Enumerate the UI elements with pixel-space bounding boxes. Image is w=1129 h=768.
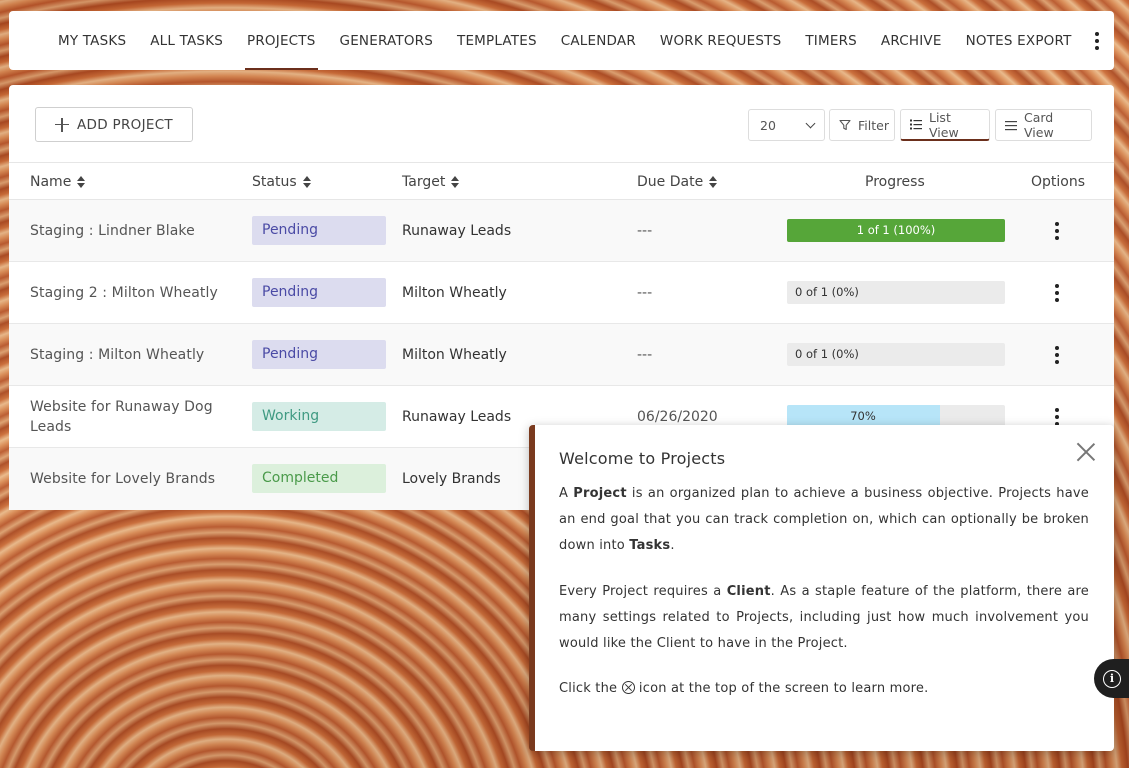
row-options-icon[interactable] [1049,218,1065,244]
column-name-header[interactable]: Name [30,163,86,201]
card-view-label: Card View [1024,110,1054,140]
progress-bar: 1 of 1 (100%) [787,219,1005,242]
row-options-icon[interactable] [1049,342,1065,368]
card-view-button[interactable]: Card View [995,109,1092,141]
more-vertical-icon[interactable] [1088,26,1106,56]
close-icon[interactable] [1076,442,1096,462]
sort-icon [709,176,718,188]
progress-text: 1 of 1 (100%) [856,223,936,237]
progress-text: 0 of 1 (0%) [795,347,859,361]
filter-label: Filter [858,117,889,133]
welcome-paragraph-3: Click the icon at the top of the screen … [559,681,929,696]
per-page-select[interactable]: 20 [748,109,825,141]
welcome-title: Welcome to Projects [559,449,726,468]
nav-my-tasks[interactable]: MY TASKS [46,11,138,70]
project-due-date: --- [637,284,653,301]
column-target-header[interactable]: Target [402,163,460,201]
column-status-label: Status [252,174,297,190]
nav-work-requests[interactable]: WORK REQUESTS [648,11,793,70]
table-row[interactable]: Staging 2 : Milton Wheatly Pending Milto… [9,262,1114,324]
sort-icon [77,176,86,188]
project-target: Milton Wheatly [402,346,507,363]
nav-calendar[interactable]: CALENDAR [549,11,648,70]
progress-text: 0 of 1 (0%) [795,285,859,299]
card-view-icon [1005,120,1017,131]
project-target: Lovely Brands [402,470,501,487]
project-name[interactable]: Website for Runaway Dog Leads [30,386,230,447]
welcome-dialog: Welcome to Projects A Project is an orga… [529,425,1114,751]
sort-icon [302,176,311,188]
circle-close-icon [621,681,635,694]
welcome-paragraph-2: Every Project requires a Client. As a st… [559,584,1089,651]
nav-all-tasks[interactable]: ALL TASKS [138,11,235,70]
info-icon: i [1103,669,1121,688]
top-nav: MY TASKS ALL TASKS PROJECTS GENERATORS T… [9,11,1114,70]
filter-icon [839,119,851,131]
project-target: Runaway Leads [402,222,512,239]
list-view-label: List View [929,109,959,140]
project-due-date: --- [637,346,653,363]
plus-icon [55,117,70,132]
row-options-icon[interactable] [1049,280,1065,306]
table-header: Name Status Target Due Date Progress Opt… [9,162,1114,200]
add-project-label: ADD PROJECT [77,116,173,133]
nav-notes-export[interactable]: NOTES EXPORT [954,11,1084,70]
project-name[interactable]: Staging : Milton Wheatly [30,324,230,385]
table-row[interactable]: Staging : Milton Wheatly Pending Milton … [9,324,1114,386]
progress-bar: 0 of 1 (0%) [787,281,1005,304]
status-badge: Pending [252,216,386,245]
list-icon [910,119,922,130]
column-progress-header: Progress [865,163,925,201]
nav-projects[interactable]: PROJECTS [235,11,328,70]
column-options-header: Options [1031,163,1085,201]
column-due-label: Due Date [637,174,704,190]
project-name[interactable]: Staging : Lindner Blake [30,200,230,261]
list-view-button[interactable]: List View [900,109,990,141]
info-button[interactable]: i [1094,659,1129,698]
project-target: Runaway Leads [402,408,512,425]
sort-icon [451,176,460,188]
status-badge: Completed [252,464,386,493]
nav-archive[interactable]: ARCHIVE [869,11,954,70]
column-options-label: Options [1031,174,1086,190]
per-page-value: 20 [760,117,776,133]
project-target: Milton Wheatly [402,284,507,301]
column-progress-label: Progress [865,174,925,190]
nav-timers[interactable]: TIMERS [793,11,869,70]
welcome-paragraph-1: A Project is an organized plan to achiev… [559,486,1089,553]
column-status-header[interactable]: Status [252,163,311,201]
project-name[interactable]: Website for Lovely Brands [30,448,230,509]
status-badge: Working [252,402,386,431]
column-target-label: Target [402,174,446,190]
column-due-header[interactable]: Due Date [637,163,718,201]
status-badge: Pending [252,278,386,307]
add-project-button[interactable]: ADD PROJECT [35,107,193,142]
project-due-date: --- [637,222,653,239]
chevron-down-icon [805,118,816,128]
project-name[interactable]: Staging 2 : Milton Wheatly [30,262,230,323]
filter-button[interactable]: Filter [829,109,895,141]
nav-generators[interactable]: GENERATORS [328,11,445,70]
table-row[interactable]: Staging : Lindner Blake Pending Runaway … [9,200,1114,262]
projects-toolbar: ADD PROJECT 20 Filter List View Card Vie… [9,85,1114,163]
progress-bar: 0 of 1 (0%) [787,343,1005,366]
nav-templates[interactable]: TEMPLATES [445,11,549,70]
status-badge: Pending [252,340,386,369]
column-name-label: Name [30,174,72,190]
